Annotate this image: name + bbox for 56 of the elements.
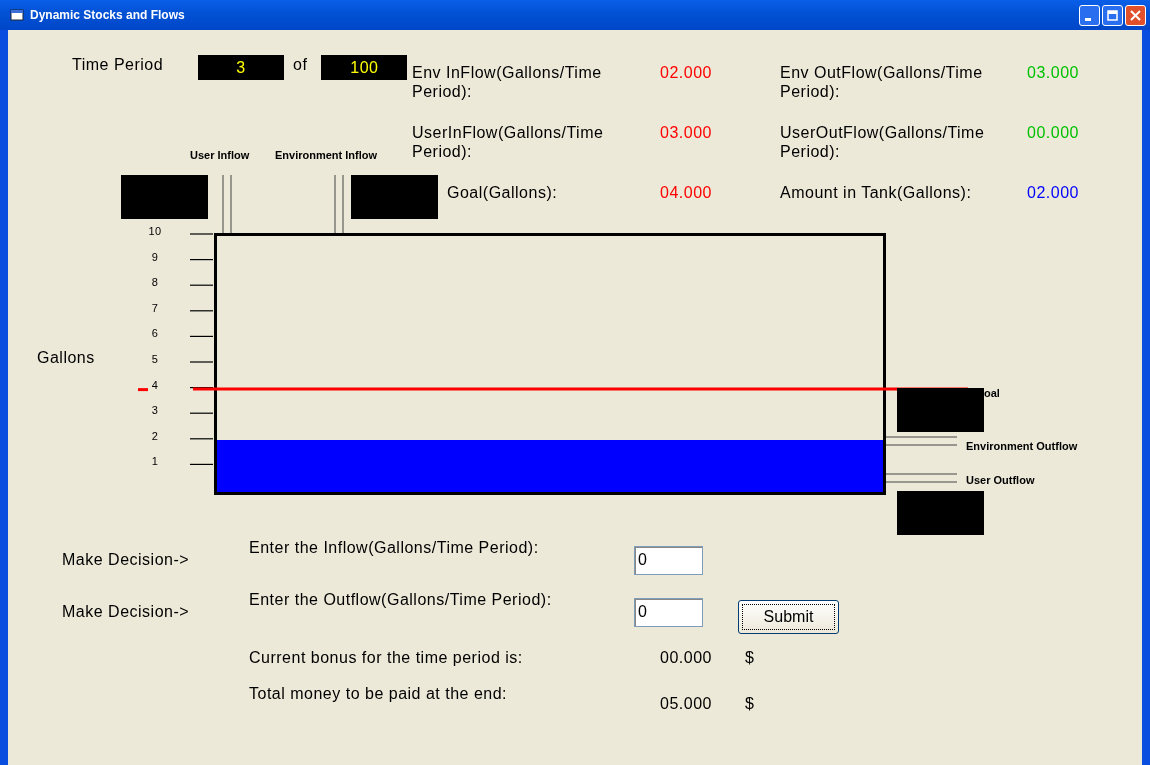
stat-label: Goal(Gallons): bbox=[446, 183, 559, 203]
scale-number: 1 bbox=[151, 455, 159, 468]
scale-number: 3 bbox=[151, 404, 159, 417]
outflow-label: User Outflow bbox=[966, 474, 1035, 488]
scale-number: 2 bbox=[151, 429, 159, 442]
decision-prompt: Make Decision-> bbox=[62, 550, 191, 570]
goal-label: oal bbox=[984, 387, 1000, 401]
stat-value: 03.000 bbox=[1027, 63, 1080, 83]
submit-button[interactable]: Submit bbox=[738, 600, 839, 634]
close-button[interactable] bbox=[1125, 4, 1146, 26]
window-title: Dynamic Stocks and Flows bbox=[30, 7, 186, 23]
inflow-label: Environment Inflow bbox=[275, 149, 378, 163]
input-field[interactable]: 0 bbox=[634, 545, 703, 575]
outflow-label: Environment Outflow bbox=[966, 440, 1078, 454]
scale-number: 10 bbox=[148, 225, 162, 237]
field-label: Enter the Inflow(Gallons/Time Period): bbox=[249, 538, 540, 558]
stat-label: Amount in Tank(Gallons): bbox=[780, 183, 973, 203]
scale-number: 5 bbox=[151, 353, 159, 365]
inflow-pipe bbox=[222, 174, 232, 234]
stat-label: Env InFlow(Gallons/Time Period): bbox=[412, 63, 603, 102]
input-field[interactable]: 0 bbox=[634, 597, 703, 627]
stat-label: Env OutFlow(Gallons/Time Period): bbox=[780, 63, 984, 102]
inflow-pipe bbox=[334, 174, 344, 234]
goal-marker bbox=[138, 388, 148, 392]
minimize-icon bbox=[1085, 17, 1091, 21]
stat-value: 02.000 bbox=[660, 63, 713, 83]
field-label: Enter the Outflow(Gallons/Time Period): bbox=[249, 590, 553, 610]
stat-label: UserOutFlow(Gallons/Time Period): bbox=[780, 123, 986, 162]
total-label: Current bonus for the time period is: bbox=[249, 648, 524, 668]
inflow-label: User Inflow bbox=[190, 149, 250, 163]
total-value: 05.000 bbox=[660, 694, 713, 714]
minimize-button[interactable] bbox=[1079, 4, 1100, 26]
currency-symbol: $ bbox=[745, 694, 755, 714]
current-period-display: 3 bbox=[198, 55, 284, 80]
time-period-label: Time Period bbox=[72, 55, 165, 75]
of-label: of bbox=[293, 55, 308, 75]
scale-number: 4 bbox=[151, 378, 159, 391]
stat-label: UserInFlow(Gallons/Time Period): bbox=[412, 123, 605, 162]
currency-symbol: $ bbox=[745, 648, 755, 668]
stat-value: 04.000 bbox=[660, 183, 713, 203]
scale-number: 6 bbox=[151, 327, 159, 340]
total-periods-display: 100 bbox=[321, 55, 408, 80]
scale-number: 7 bbox=[151, 301, 159, 314]
total-label: Total money to be paid at the end: bbox=[249, 684, 509, 704]
scale-number: 8 bbox=[151, 276, 159, 289]
scale-number: 9 bbox=[151, 250, 159, 263]
stat-value: 03.000 bbox=[660, 123, 713, 143]
window-icon bbox=[10, 9, 24, 21]
maximize-button[interactable] bbox=[1102, 4, 1123, 26]
axis-label: Gallons bbox=[37, 348, 95, 368]
stat-value: 02.000 bbox=[1027, 183, 1080, 203]
total-value: 00.000 bbox=[660, 648, 713, 668]
close-icon bbox=[1129, 8, 1142, 22]
maximize-icon bbox=[1106, 8, 1119, 22]
decision-prompt: Make Decision-> bbox=[62, 602, 191, 622]
stat-value: 00.000 bbox=[1027, 123, 1080, 143]
